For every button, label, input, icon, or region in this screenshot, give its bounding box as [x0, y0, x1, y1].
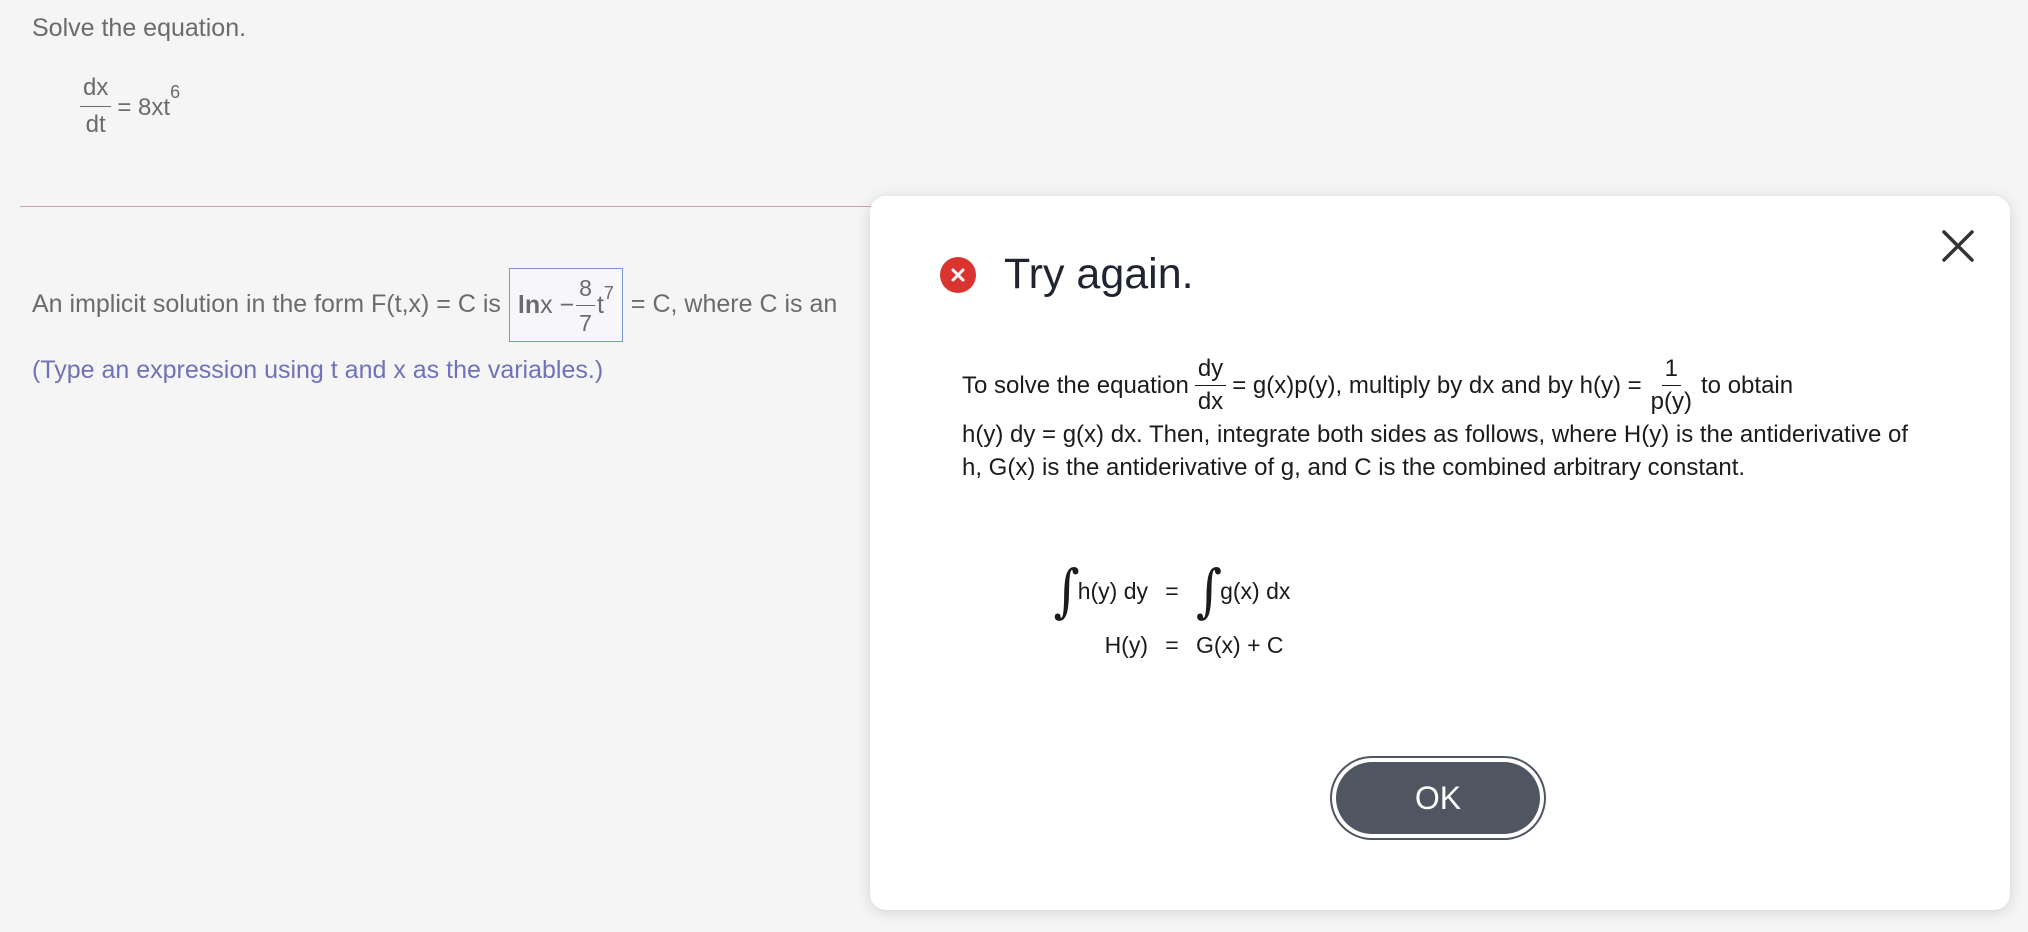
- integral-right: g(x) dx: [1220, 577, 1291, 604]
- answer-prefix: An implicit solution in the form F(t,x) …: [32, 290, 501, 319]
- integral-equations: ∫ h(y) dy = ∫ g(x) dx H(y) = G(x) + C: [1038, 557, 1291, 672]
- answer-t: t: [596, 291, 604, 320]
- explanation-rest: h(y) dy = g(x) dx. Then, integrate both …: [962, 420, 1908, 481]
- dy-numerator: dy: [1194, 355, 1227, 387]
- answer-ln: ln: [517, 291, 541, 320]
- error-icon: [940, 256, 976, 293]
- feedback-dialog: Try again. To solve the equation dy dx =…: [870, 196, 2010, 910]
- antiderivative-right: G(x) + C: [1196, 631, 1284, 658]
- integral-left: h(y) dy: [1077, 577, 1148, 604]
- question-prompt: Solve the equation.: [32, 14, 247, 42]
- derivative-fraction: dx dt: [80, 74, 112, 138]
- integral-equals: =: [1165, 577, 1179, 604]
- integral-row-2: H(y) = G(x) + C: [1038, 618, 1290, 672]
- answer-suffix: = C, where C is an: [630, 290, 838, 319]
- antiderivative-left: H(y): [1104, 631, 1148, 658]
- answer-fraction: 8 7: [576, 275, 595, 337]
- integral-sign: ∫: [1196, 557, 1223, 625]
- close-icon: [1942, 230, 1974, 262]
- integral-sign: ∫: [1053, 557, 1080, 625]
- explanation-end: to obtain: [1701, 372, 1794, 400]
- integral-row-1: ∫ h(y) dy = ∫ g(x) dx: [1038, 557, 1291, 625]
- py-denominator: p(y): [1650, 388, 1693, 416]
- ok-button[interactable]: OK: [1336, 762, 1540, 834]
- section-divider: [20, 206, 900, 207]
- explanation-mid: = g(x)p(y), multiply by dx and by h(y) =: [1232, 372, 1642, 400]
- answer-x-minus: x −: [540, 291, 575, 320]
- explanation-line-1: To solve the equation dy dx = g(x)p(y), …: [962, 355, 1922, 416]
- one-over-p-fraction: 1 p(y): [1648, 355, 1695, 416]
- fraction-numerator: dx: [80, 74, 112, 107]
- answer-exponent: 7: [603, 283, 614, 304]
- answer-input-box[interactable]: ln x − 8 7 t7: [508, 268, 623, 342]
- dialog-header: Try again.: [940, 250, 1194, 299]
- fraction-denominator: dt: [85, 110, 106, 138]
- given-equation: dx dt = 8xt6: [80, 74, 180, 138]
- dialog-title: Try again.: [1004, 250, 1194, 298]
- antiderivative-equals: =: [1165, 631, 1179, 658]
- equation-exponent: 6: [170, 82, 181, 103]
- close-button[interactable]: [1936, 224, 1980, 268]
- dy-dx-fraction: dy dx: [1194, 355, 1227, 416]
- answer-line: An implicit solution in the form F(t,x) …: [32, 268, 837, 342]
- explanation-intro: To solve the equation: [962, 372, 1189, 400]
- one-numerator: 1: [1661, 355, 1682, 387]
- answer-fraction-numerator: 8: [576, 275, 595, 307]
- answer-fraction-denominator: 7: [579, 310, 592, 337]
- equation-rhs: = 8xt6: [117, 82, 181, 122]
- explanation-text: To solve the equation dy dx = g(x)p(y), …: [962, 355, 1922, 484]
- input-hint: (Type an expression using t and x as the…: [32, 356, 604, 384]
- dx-denominator: dx: [1197, 388, 1224, 416]
